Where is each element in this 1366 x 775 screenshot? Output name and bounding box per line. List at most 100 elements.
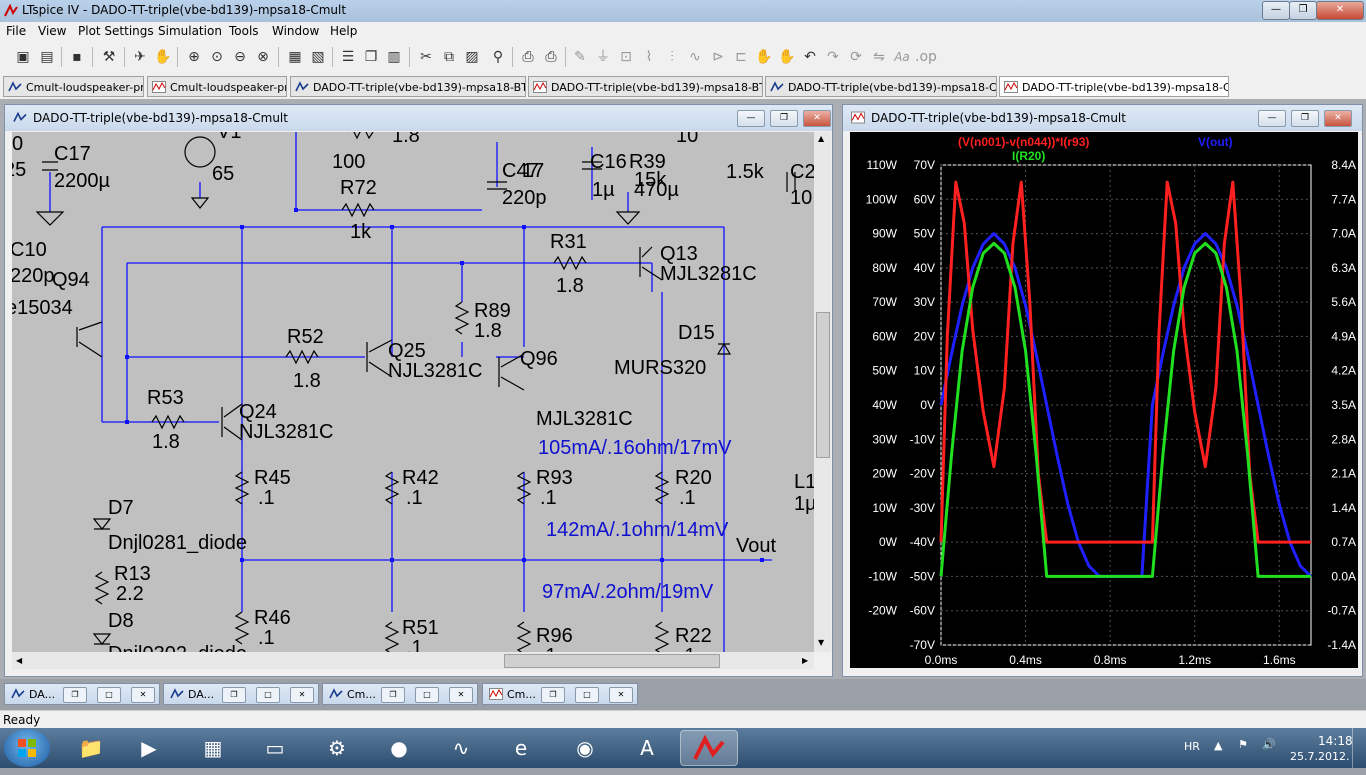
inductor-icon[interactable]: ∿ xyxy=(685,47,705,67)
autorange-icon[interactable]: ▦ xyxy=(285,47,305,67)
plot-close-button[interactable]: ✕ xyxy=(1324,110,1352,127)
flash-card-icon[interactable]: ▭ xyxy=(246,730,304,766)
schematic-horizontal-scrollbar[interactable]: ◀ ▶ xyxy=(12,652,814,669)
volume-icon[interactable]: 🔊 xyxy=(1262,738,1276,751)
cascade-icon[interactable]: ❐ xyxy=(361,47,381,67)
vertical-scroll-thumb[interactable] xyxy=(816,312,830,458)
diode-icon[interactable]: ⊳ xyxy=(708,47,728,67)
label-net-icon[interactable]: ⊡ xyxy=(616,47,636,67)
restore-button[interactable]: ❐ xyxy=(63,687,87,703)
zoom-out-icon[interactable]: ⊖ xyxy=(230,47,250,67)
capacitor-icon[interactable]: ⫶ xyxy=(662,47,682,67)
folder-icon[interactable]: 📁 xyxy=(62,730,120,766)
start-button[interactable] xyxy=(4,729,50,767)
menu-simulation[interactable]: Simulation xyxy=(158,24,222,38)
waveform-plot[interactable]: 110W 100W 90W 80W 70W 60W 50W 40W 30W 20W 10W 0W -10… xyxy=(850,132,1358,668)
chrome-icon[interactable]: ◉ xyxy=(556,730,614,766)
drag-icon[interactable]: ✋ xyxy=(777,47,797,67)
tab-cmult-loudspeaker-prot-schematic[interactable]: Cmult-loudspeaker-prot xyxy=(3,76,144,97)
maximize-button[interactable]: □ xyxy=(256,687,280,703)
clock-time[interactable]: 14:18 xyxy=(1318,734,1353,748)
close-button[interactable]: ✕ xyxy=(1316,1,1364,20)
control-panel-icon[interactable]: ⚒ xyxy=(99,47,119,67)
scroll-left-icon[interactable]: ◀ xyxy=(16,656,22,665)
show-hidden-icons[interactable]: ▲ xyxy=(1214,739,1222,752)
menu-view[interactable]: View xyxy=(38,24,66,38)
tile-horizontal-icon[interactable]: ☰ xyxy=(338,47,358,67)
mirror-icon[interactable]: ⇋ xyxy=(869,47,889,67)
move-icon[interactable]: ✋ xyxy=(754,47,774,67)
schematic-restore-button[interactable]: ❐ xyxy=(770,110,798,127)
close-button[interactable]: ✕ xyxy=(290,687,314,703)
zoom-fit-icon[interactable]: ⊗ xyxy=(253,47,273,67)
scroll-right-icon[interactable]: ▶ xyxy=(802,656,808,665)
menu-plot-settings[interactable]: Plot Settings xyxy=(78,24,154,38)
tab-btmc-plot[interactable]: DADO-TT-triple(vbe-bd139)-mpsa18-BTMC xyxy=(528,76,763,97)
resistor-icon[interactable]: ⌇ xyxy=(639,47,659,67)
media-player-icon[interactable]: ▶ xyxy=(120,730,178,766)
paste-icon[interactable]: ▨ xyxy=(462,47,482,67)
legend-v-out[interactable]: V(out) xyxy=(1198,135,1233,149)
legend-i-r20[interactable]: I(R20) xyxy=(1012,149,1045,163)
clock-date[interactable]: 25.7.2012. xyxy=(1290,750,1349,763)
minimized-window[interactable]: Cm... ❐ □ ✕ xyxy=(482,683,638,705)
maximize-button[interactable]: □ xyxy=(415,687,439,703)
run-icon[interactable]: ✈ xyxy=(130,47,150,67)
minimized-window[interactable]: DA... ❐ □ ✕ xyxy=(4,683,160,705)
legend-power[interactable]: (V(n001)-v(n044))*I(r93) xyxy=(958,135,1089,149)
print-icon[interactable]: ⎙ xyxy=(541,47,561,67)
redo-icon[interactable]: ↷ xyxy=(823,47,843,67)
oscilloscope-icon[interactable]: ∿ xyxy=(432,730,490,766)
minimized-window[interactable]: DA... ❐ □ ✕ xyxy=(163,683,319,705)
tile-vertical-icon[interactable]: ▥ xyxy=(384,47,404,67)
tab-cmult-plot[interactable]: DADO-TT-triple(vbe-bd139)-mpsa18-Cmult xyxy=(999,76,1229,97)
minimize-button[interactable]: — xyxy=(1262,1,1290,20)
restore-button[interactable]: ❐ xyxy=(541,687,565,703)
pan-hand-icon[interactable]: ✋ xyxy=(153,47,173,67)
menu-tools[interactable]: Tools xyxy=(229,24,259,38)
restore-button[interactable]: ❐ xyxy=(1289,1,1317,20)
print-preview-icon[interactable]: ⎙ xyxy=(518,47,538,67)
menu-help[interactable]: Help xyxy=(330,24,357,38)
schematic-minimize-button[interactable]: — xyxy=(737,110,765,127)
open-icon[interactable]: ▤ xyxy=(37,47,57,67)
text-icon[interactable]: Aa xyxy=(892,47,912,67)
action-center-icon[interactable]: ⚑ xyxy=(1238,738,1248,751)
menu-window[interactable]: Window xyxy=(272,24,319,38)
zoom-in-icon[interactable]: ⊕ xyxy=(184,47,204,67)
component-icon[interactable]: ⊏ xyxy=(731,47,751,67)
scroll-up-icon[interactable]: ▲ xyxy=(818,134,824,143)
schematic-vertical-scrollbar[interactable]: ▲ ▼ xyxy=(814,132,831,652)
cut-icon[interactable]: ✂ xyxy=(416,47,436,67)
menu-file[interactable]: File xyxy=(6,24,26,38)
schematic-canvas[interactable]: 0 25 C17 2200µ V1 65 100 1.8 R72 1k C47 … xyxy=(12,132,814,652)
find-icon[interactable]: ⚲ xyxy=(488,47,508,67)
close-button[interactable]: ✕ xyxy=(131,687,155,703)
plot-minimize-button[interactable]: — xyxy=(1258,110,1286,127)
scroll-down-icon[interactable]: ▼ xyxy=(818,638,824,647)
undo-icon[interactable]: ↶ xyxy=(800,47,820,67)
save-icon[interactable]: ▪ xyxy=(67,47,87,67)
wire-icon[interactable]: ✎ xyxy=(570,47,590,67)
tab-cmult-loudspeaker-prot-plot[interactable]: Cmult-loudspeaker-prot xyxy=(147,76,287,97)
ground-icon[interactable]: ⏚ xyxy=(593,47,613,67)
tab-btmc-schematic[interactable]: DADO-TT-triple(vbe-bd139)-mpsa18-BTMC xyxy=(290,76,526,97)
horizontal-scroll-thumb[interactable] xyxy=(504,654,720,668)
close-button[interactable]: ✕ xyxy=(449,687,473,703)
show-desktop-button[interactable] xyxy=(1352,728,1366,768)
close-button[interactable]: ✕ xyxy=(609,687,633,703)
zoom-pan-icon[interactable]: ⊙ xyxy=(207,47,227,67)
ltspice-taskbar-icon[interactable] xyxy=(680,730,738,766)
schematic-close-button[interactable]: ✕ xyxy=(803,110,831,127)
rotate-icon[interactable]: ⟳ xyxy=(846,47,866,67)
tray-language[interactable]: HR xyxy=(1184,740,1200,753)
maximize-button[interactable]: □ xyxy=(97,687,121,703)
tab-cmult-schematic[interactable]: DADO-TT-triple(vbe-bd139)-mpsa18-Cmult xyxy=(765,76,997,97)
spice-directive-icon[interactable]: .op xyxy=(915,47,937,67)
antivirus-icon[interactable]: ● xyxy=(370,730,428,766)
plot-restore-button[interactable]: ❐ xyxy=(1291,110,1319,127)
maximize-button[interactable]: □ xyxy=(575,687,599,703)
valve-icon[interactable]: ⚙ xyxy=(308,730,366,766)
plot-settings-icon[interactable]: ▧ xyxy=(308,47,328,67)
new-schematic-icon[interactable]: ▣ xyxy=(13,47,33,67)
